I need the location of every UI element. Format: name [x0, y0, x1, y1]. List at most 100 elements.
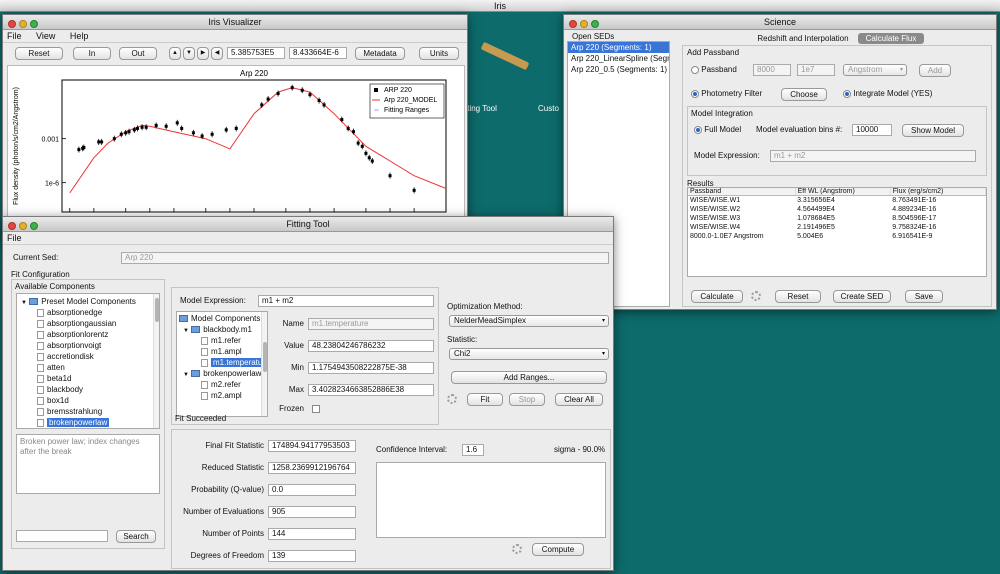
pan-up-button[interactable]: ▲ — [169, 47, 181, 60]
model-tree-root[interactable]: Model Components — [179, 313, 267, 324]
collapse-triangle-icon[interactable]: ▼ — [183, 328, 189, 334]
table-row[interactable]: WISE/WISE.W1 3.315656E4 8.763491E-16 — [688, 196, 986, 206]
passband-radio-row[interactable]: Passband — [691, 65, 737, 75]
create-sed-button[interactable]: Create SED — [833, 290, 891, 303]
coord-y-field[interactable]: 8.433664E-6 — [289, 47, 347, 59]
list-item[interactable]: m2.ampl — [179, 390, 267, 401]
param-value-field[interactable]: 48.23804246786232 — [308, 340, 434, 352]
save-button[interactable]: Save — [905, 290, 943, 303]
close-icon[interactable] — [8, 20, 16, 28]
search-button[interactable]: Search — [116, 530, 156, 543]
integrate-model-radio[interactable] — [843, 89, 851, 98]
list-item[interactable]: m1.refer — [179, 335, 267, 346]
sed-item[interactable]: Arp 220 (Segments: 1) — [568, 42, 669, 53]
column-header-flux[interactable]: Flux (erg/s/cm2) — [890, 188, 986, 196]
desktop-icon-label-custom[interactable]: Custo — [538, 104, 559, 113]
pan-right-button[interactable]: ▶ — [197, 47, 209, 60]
zoom-icon[interactable] — [30, 222, 38, 230]
tab-calculate-flux[interactable]: Calculate Flux — [858, 33, 924, 44]
add-passband-button[interactable]: Add — [919, 64, 951, 77]
list-item[interactable]: absorptiongaussian — [21, 318, 159, 329]
list-item[interactable]: beta1d — [21, 373, 159, 384]
result-value-field[interactable]: 905 — [268, 506, 356, 518]
calculate-button[interactable]: Calculate — [691, 290, 743, 303]
zoom-icon[interactable] — [591, 20, 599, 28]
close-icon[interactable] — [569, 20, 577, 28]
result-value-field[interactable]: 0.0 — [268, 484, 356, 496]
model-tree-scrollbar[interactable] — [261, 312, 267, 416]
param-min-field[interactable]: 1.1754943508222875E-38 — [308, 362, 434, 374]
menu-help[interactable]: Help — [70, 31, 89, 41]
integrate-model-row[interactable]: Integrate Model (YES) — [843, 89, 932, 99]
zoom-in-button[interactable]: In — [73, 47, 111, 60]
science-reset-button[interactable]: Reset — [775, 290, 821, 303]
list-item[interactable]: m2.refer — [179, 379, 267, 390]
tab-redshift[interactable]: Redshift and Interpolation — [748, 33, 858, 44]
science-model-expression-field[interactable]: m1 + m2 — [770, 150, 976, 162]
sed-item[interactable]: Arp 220_0.5 (Segments: 1) — [568, 64, 669, 75]
list-item[interactable]: m1.ampl — [179, 346, 267, 357]
component-scrollbar[interactable] — [153, 294, 159, 428]
component-search-field[interactable] — [16, 530, 108, 542]
list-item[interactable]: m1.temperatu — [179, 357, 267, 368]
model-tree-group[interactable]: ▼ blackbody.m1 — [179, 324, 267, 335]
column-header-eff-wl[interactable]: Eff WL (Angstrom) — [795, 188, 891, 196]
full-model-radio[interactable] — [694, 125, 702, 134]
metadata-button[interactable]: Metadata — [355, 47, 405, 60]
collapse-triangle-icon[interactable]: ▼ — [183, 372, 189, 378]
passband-unit-select[interactable]: Angstrom ▾ — [843, 64, 907, 76]
plot-area[interactable]: Arp 220Wavelength (Angstrom)Flux density… — [7, 65, 465, 241]
list-item[interactable]: blackbody — [21, 384, 159, 395]
table-row[interactable]: WISE/WISE.W4 2.191496E5 9.758324E-16 — [688, 223, 986, 232]
passband-max-field[interactable]: 1e7 — [797, 64, 835, 76]
scrollbar-thumb[interactable] — [155, 298, 159, 322]
reset-button[interactable]: Reset — [15, 47, 63, 60]
result-value-field[interactable]: 139 — [268, 550, 356, 562]
minimize-icon[interactable] — [580, 20, 588, 28]
coord-x-field[interactable]: 5.385753E5 — [227, 47, 285, 59]
frozen-checkbox[interactable] — [312, 405, 320, 413]
column-header-passband[interactable]: Passband — [688, 188, 796, 196]
statistic-select[interactable]: Chi2 ▾ — [449, 348, 609, 360]
param-max-field[interactable]: 3.4028234663852886E38 — [308, 384, 434, 396]
result-value-field[interactable]: 174894.94177953503 — [268, 440, 356, 452]
confidence-results-area[interactable] — [376, 462, 606, 538]
fit-button[interactable]: Fit — [467, 393, 503, 406]
collapse-triangle-icon[interactable]: ▼ — [21, 300, 27, 306]
pan-left-button[interactable]: ◀ — [211, 47, 223, 60]
model-tree-group[interactable]: ▼ brokenpowerlaw. — [179, 368, 267, 379]
scrollbar-thumb[interactable] — [263, 342, 267, 372]
sed-item[interactable]: Arp 220_LinearSpline (Segme — [568, 53, 669, 64]
photometry-filter-radio[interactable] — [691, 89, 699, 98]
confidence-interval-field[interactable]: 1.6 — [462, 444, 484, 456]
component-tree[interactable]: ▼ Preset Model Components absorptionedge… — [16, 293, 160, 429]
units-button[interactable]: Units — [419, 47, 459, 60]
list-item[interactable]: absorptionlorentz — [21, 329, 159, 340]
list-item[interactable]: bremsstrahlung — [21, 406, 159, 417]
model-expression-field[interactable]: m1 + m2 — [258, 295, 434, 307]
clear-all-button[interactable]: Clear All — [555, 393, 603, 406]
full-model-row[interactable]: Full Model — [694, 125, 741, 135]
list-item[interactable]: box1d — [21, 395, 159, 406]
minimize-icon[interactable] — [19, 20, 27, 28]
result-value-field[interactable]: 1258.2369912196764 — [268, 462, 356, 474]
result-value-field[interactable]: 144 — [268, 528, 356, 540]
table-row[interactable]: WISE/WISE.W2 4.564499E4 4.889234E-16 — [688, 205, 986, 214]
model-components-tree[interactable]: Model Components ▼ blackbody.m1 m1.refer… — [176, 311, 268, 417]
eval-bins-field[interactable]: 10000 — [852, 124, 892, 136]
tree-root[interactable]: ▼ Preset Model Components — [21, 296, 159, 307]
table-row[interactable]: 8000.0-1.0E7 Angstrom 5.004E6 6.916541E-9 — [688, 232, 986, 241]
list-item[interactable]: absorptionedge — [21, 307, 159, 318]
compute-button[interactable]: Compute — [532, 543, 584, 556]
table-row[interactable]: WISE/WISE.W3 1.078684E5 8.504596E-17 — [688, 214, 986, 223]
minimize-icon[interactable] — [19, 222, 27, 230]
photometry-filter-row[interactable]: Photometry Filter — [691, 89, 762, 99]
desktop-icon-label-fitting[interactable]: tting Tool — [465, 104, 497, 113]
close-icon[interactable] — [8, 222, 16, 230]
list-item[interactable]: atten — [21, 362, 159, 373]
list-item[interactable]: accretiondisk — [21, 351, 159, 362]
passband-radio[interactable] — [691, 65, 699, 74]
optimization-method-select[interactable]: NelderMeadSimplex ▾ — [449, 315, 609, 327]
list-item[interactable]: absorptionvoigt — [21, 340, 159, 351]
zoom-out-button[interactable]: Out — [119, 47, 157, 60]
